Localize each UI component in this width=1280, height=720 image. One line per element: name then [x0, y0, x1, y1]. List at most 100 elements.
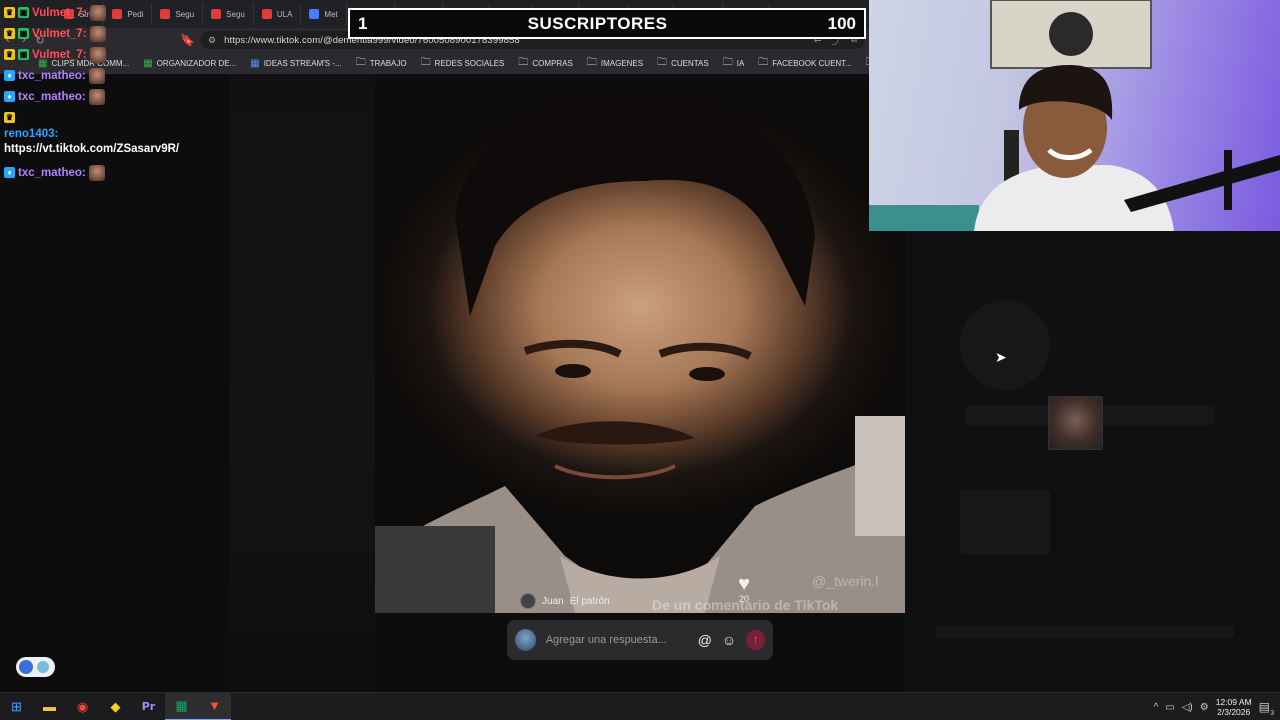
chat-line-link: reno1403: https://vt.tiktok.com/ZSasarv9… [4, 127, 229, 157]
brave-browser-icon[interactable]: ▼ [198, 692, 231, 720]
chat-username: reno1403: [4, 128, 59, 140]
emoji-icon[interactable]: ☺ [722, 632, 736, 648]
browser-tab[interactable]: ULA [254, 3, 302, 25]
bookmark-label: IMAGENES [600, 58, 644, 68]
chat-line: ♛ ▣ Vulmet_7: [4, 2, 229, 23]
emote-icon [88, 88, 105, 105]
mouse-cursor-icon: ➤ [995, 349, 1007, 365]
bookmark-label: FACEBOOK CUENT... [772, 58, 852, 68]
video-backdrop-left [230, 74, 375, 692]
prime-badge-icon: ♦ [4, 167, 15, 178]
bookmark-item[interactable]: 🗀 IMAGENES [587, 55, 643, 72]
sticky-notes-icon[interactable]: ◆ [99, 693, 132, 720]
chat-line: ♛ ▣ Vulmet_7: [4, 23, 229, 44]
bookmark-label: IA [736, 58, 745, 68]
chrome-icon[interactable]: ◉ [66, 693, 99, 720]
clock-time: 12:09 AM [1215, 697, 1252, 707]
watermark-username: @_twerin.l [812, 573, 879, 589]
like-button[interactable]: ♥ 20 [733, 574, 755, 604]
mention-icon[interactable]: @ [698, 632, 712, 648]
windows-start-icon[interactable]: ⊞ [0, 693, 33, 720]
subscriber-goal-overlay: 1 SUSCRIPTORES 100 [348, 8, 866, 39]
video-caption: El patrón [569, 595, 610, 607]
video-author[interactable]: Juan El patrón [520, 593, 610, 609]
prime-badge-icon: ♦ [4, 70, 15, 81]
notification-count: 3 [1270, 710, 1274, 717]
screen: StripPediSeguSeguULAMet(99+Capix.co(8) B… [0, 0, 1280, 720]
bookmark-label: IDEAS STREAM'S -... [263, 58, 342, 68]
bits-badge-icon: ▣ [18, 49, 29, 60]
webcam-frame [869, 0, 1280, 231]
system-clock[interactable]: 12:09 AM 2/3/2026 [1216, 697, 1252, 717]
windows-taskbar: ⊞ ▬ ◉ ◆ Pr ▦ ▼ ^ ▭ ◁) ⚙ 12:09 AM 2/3/202… [0, 692, 1280, 720]
folder-icon: 🗀 [586, 56, 597, 68]
bookmark-label: REDES SOCIALES [434, 58, 505, 68]
widget-status-icon [37, 661, 49, 673]
clock-date: 2/3/2026 [1217, 707, 1251, 717]
tiktok-video[interactable] [375, 86, 905, 613]
comment-avatar-placeholder [960, 300, 1050, 390]
folder-icon: 🗀 [355, 56, 366, 68]
emote-icon [88, 164, 105, 181]
sheets-app-icon[interactable]: ▦ [165, 692, 198, 720]
bookmark-item[interactable]: 🗀 IA [723, 55, 745, 72]
chat-username: Vulmet_7: [32, 27, 87, 40]
network-icon[interactable]: ▭ [1165, 702, 1174, 713]
chevron-up-icon[interactable]: ^ [1154, 702, 1159, 713]
stream-chat-overlay: ♛ ▣ Vulmet_7: ♛ ▣ Vulmet_7: ♛ ▣ Vulmet_7: ♦ txc_ma… [4, 2, 229, 183]
chat-username: Vulmet_7: [32, 6, 87, 19]
chat-message: https://vt.tiktok.com/ZSasarv9R/ [4, 143, 180, 155]
premiere-pro-icon[interactable]: Pr [132, 693, 165, 720]
chat-line: ♦ txc_matheo: [4, 86, 229, 107]
chat-line: ♦ txc_matheo: [4, 65, 229, 86]
chat-line-badge-only: ♛ [4, 107, 229, 127]
folder-icon: 🗀 [420, 56, 431, 68]
subscriber-badge-icon: ♛ [4, 28, 15, 39]
author-avatar[interactable] [520, 593, 536, 609]
bookmark-label: COMPRAS [532, 58, 573, 68]
send-icon[interactable]: ↑ [746, 630, 765, 650]
chat-username: txc_matheo: [18, 166, 86, 179]
emote-icon [88, 67, 105, 84]
bookmark-item[interactable]: 🗀 FACEBOOK CUENT... [758, 55, 852, 72]
goal-target: 100 [827, 13, 856, 33]
webcam-overlay [869, 0, 1280, 231]
reply-bar: @ ☺ ↑ [507, 620, 773, 660]
comments-panel [905, 230, 1280, 692]
bookmark-item[interactable]: 🗀 COMPRAS [518, 55, 572, 72]
bookmark-item[interactable]: 🗀 CUENTAS [657, 55, 709, 72]
settings-icon[interactable]: ⚙ [1200, 702, 1209, 713]
file-explorer-icon[interactable]: ▬ [33, 693, 66, 720]
goal-current: 1 [358, 13, 368, 33]
comment-image-placeholder [960, 490, 1050, 555]
bookmark-item[interactable]: 🗀 REDES SOCIALES [421, 55, 505, 72]
bookmark-item[interactable]: ▦ IDEAS STREAM'S -... [250, 58, 341, 69]
emote-icon [89, 46, 106, 63]
bookmark-label: TRABAJO [369, 58, 407, 68]
tab-favicon-icon [309, 9, 320, 19]
bookmark-label: CUENTAS [671, 58, 709, 68]
widget-toggle[interactable] [16, 657, 55, 677]
emote-icon [89, 4, 106, 21]
tab-favicon-icon [261, 9, 272, 19]
heart-icon[interactable]: ♥ [733, 574, 755, 594]
volume-icon[interactable]: ◁) [1182, 702, 1193, 713]
folder-icon: 🗀 [722, 56, 733, 68]
prime-badge-icon: ♦ [4, 91, 15, 102]
watermark-brand: TikTok [794, 597, 839, 613]
watermark-text: De un comentario de [652, 597, 791, 613]
chat-username: txc_matheo: [18, 69, 86, 82]
folder-icon: 🗀 [657, 56, 668, 68]
bits-badge-icon: ▣ [18, 7, 29, 18]
widget-play-icon[interactable] [19, 660, 33, 674]
tab-label: Met [324, 9, 338, 19]
author-name[interactable]: Juan [542, 596, 564, 607]
comment-placeholder [935, 625, 1235, 639]
notifications-icon[interactable]: ▤ 3 [1259, 700, 1274, 717]
system-tray: ^ ▭ ◁) ⚙ 12:09 AM 2/3/2026 ▤ 3 [1154, 693, 1280, 720]
bookmark-item[interactable]: 🗀 TRABAJO [356, 55, 407, 72]
video-frame [375, 90, 905, 613]
tab-label: ULA [276, 9, 293, 19]
reply-input[interactable] [545, 634, 688, 646]
browser-tab[interactable]: Met [301, 3, 347, 25]
